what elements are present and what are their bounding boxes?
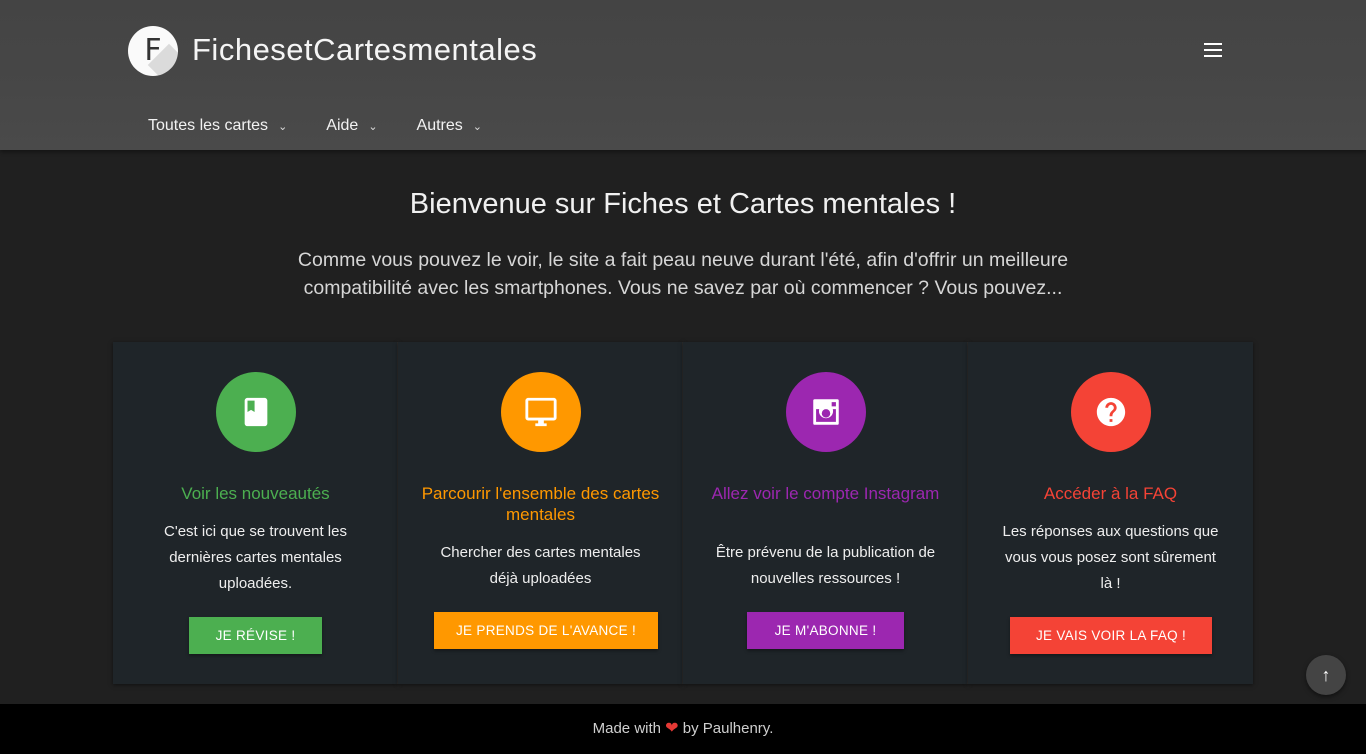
feature-cards: Voir les nouveautés C'est ici que se tro…	[113, 342, 1253, 684]
card-title[interactable]: Voir les nouveautés	[133, 483, 378, 504]
chevron-down-icon: ⌄	[278, 120, 288, 133]
nav-toutes-les-cartes[interactable]: Toutes les cartes ⌄	[148, 112, 287, 140]
card-title[interactable]: Allez voir le compte Instagram	[703, 483, 948, 504]
chevron-down-icon: ⌄	[472, 120, 482, 133]
help-circle-icon	[1071, 372, 1151, 452]
site-logo[interactable]: F	[128, 26, 178, 76]
je-prends-de-lavance-button[interactable]: Je prends de l'avance !	[434, 612, 658, 649]
top-header: F FichesetCartesmentales Toutes les cart…	[0, 0, 1366, 150]
nav-autres[interactable]: Autres ⌄	[417, 112, 482, 140]
heart-icon: ❤	[665, 720, 679, 737]
site-title[interactable]: FichesetCartesmentales	[192, 32, 537, 68]
je-vais-voir-la-faq-button[interactable]: Je vais voir la FAQ !	[1010, 617, 1212, 654]
card-nouveautes: Voir les nouveautés C'est ici que se tro…	[113, 342, 398, 684]
welcome-heading: Bienvenue sur Fiches et Cartes mentales …	[409, 188, 957, 220]
card-title[interactable]: Accéder à la FAQ	[988, 483, 1233, 504]
card-text: C'est ici que se trouvent les dernières …	[164, 523, 347, 592]
nav-label: Aide	[326, 117, 359, 134]
footer-prefix: Made with	[592, 720, 661, 737]
main-nav: Toutes les cartes ⌄ Aide ⌄ Autres ⌄	[148, 112, 482, 140]
je-revise-button[interactable]: Je révise !	[189, 617, 322, 654]
card-title[interactable]: Parcourir l'ensemble des cartes mentales	[418, 483, 663, 525]
card-parcourir: Parcourir l'ensemble des cartes mentales…	[398, 342, 683, 684]
instagram-icon	[786, 372, 866, 452]
chevron-down-icon: ⌄	[368, 120, 378, 133]
card-faq: Accéder à la FAQ Les réponses aux questi…	[968, 342, 1253, 684]
nav-aide[interactable]: Aide ⌄	[326, 112, 377, 140]
book-icon	[216, 372, 296, 452]
footer: Made with ❤ by Paulhenry.	[0, 704, 1366, 754]
card-instagram: Allez voir le compte Instagram Être prév…	[683, 342, 968, 684]
arrow-up-icon[interactable]: ↑	[1306, 655, 1346, 695]
card-text: Les réponses aux questions que vous vous…	[1002, 523, 1219, 592]
je-mabonne-button[interactable]: Je m'abonne !	[747, 612, 904, 649]
logo-letter: F	[144, 33, 162, 68]
footer-author[interactable]: by Paulhenry.	[683, 720, 774, 737]
nav-label: Autres	[416, 117, 463, 134]
card-text: Chercher des cartes mentales déjà upload…	[440, 544, 641, 587]
hamburger-menu-icon[interactable]	[1200, 38, 1226, 62]
welcome-subtitle: Comme vous pouvez le voir, le site a fai…	[297, 249, 1069, 299]
card-text: Être prévenu de la publication de nouvel…	[715, 544, 936, 587]
desktop-icon	[501, 372, 581, 452]
nav-label: Toutes les cartes	[148, 117, 269, 134]
